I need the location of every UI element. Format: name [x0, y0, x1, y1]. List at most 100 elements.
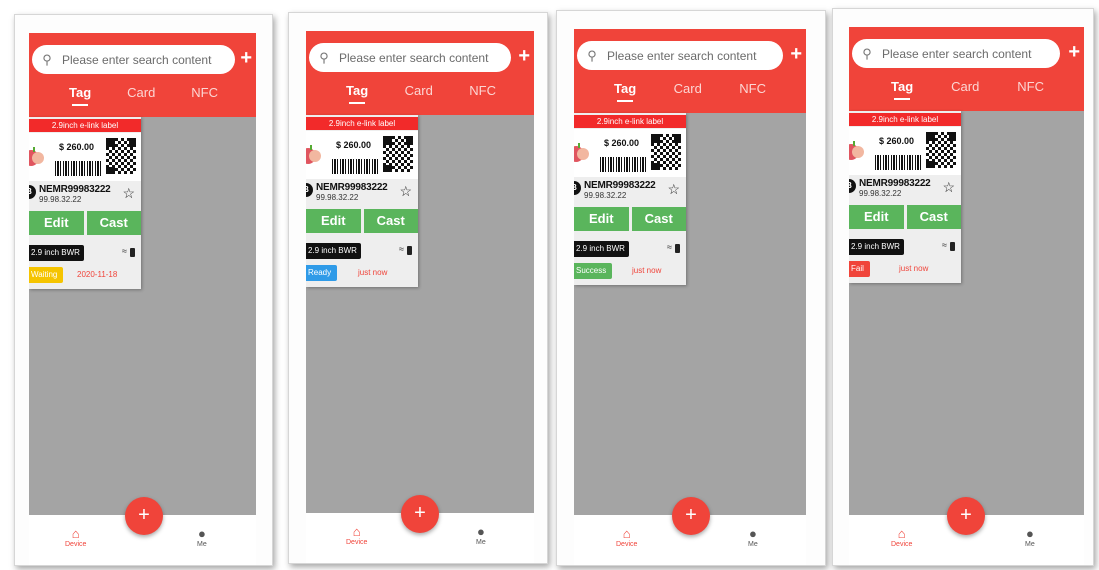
- nav-device-label: Device: [891, 541, 913, 548]
- home-icon: ⌂: [622, 526, 631, 541]
- add-device-button[interactable]: +: [672, 497, 710, 535]
- add-device-button[interactable]: +: [401, 495, 439, 533]
- phone-screen-1: ⚲ Please enter search content + Tag Card…: [14, 14, 273, 566]
- nav-device[interactable]: ⌂ Device: [346, 524, 367, 547]
- edit-button[interactable]: Edit: [574, 207, 629, 231]
- person-icon: ●: [1025, 526, 1034, 541]
- bottom-nav: ⌂ Device + ● Me: [29, 497, 256, 565]
- nav-device[interactable]: ⌂ Device: [616, 526, 638, 549]
- battery-icon: [407, 246, 412, 255]
- nav-device[interactable]: ⌂ Device: [65, 527, 86, 549]
- device-ip: 99.98.32.22: [316, 193, 359, 202]
- tab-nfc[interactable]: NFC: [739, 79, 766, 96]
- search-input[interactable]: ⚲ Please enter search content: [577, 41, 783, 70]
- label-preview: $ 260.00: [29, 133, 141, 181]
- star-icon[interactable]: ☆: [122, 185, 135, 202]
- tab-tag[interactable]: Tag: [69, 83, 91, 106]
- device-card[interactable]: 2.9inch e-link label $ 260.00 B NEMR9998…: [306, 115, 418, 287]
- tab-nfc[interactable]: NFC: [1017, 77, 1044, 94]
- tab-tag[interactable]: Tag: [614, 79, 636, 102]
- edit-button[interactable]: Edit: [306, 209, 361, 233]
- search-input[interactable]: ⚲ Please enter search content: [852, 39, 1060, 68]
- search-placeholder: Please enter search content: [339, 50, 489, 65]
- add-device-button[interactable]: +: [125, 497, 163, 535]
- device-name: NEMR99983222: [39, 184, 111, 195]
- search-input[interactable]: ⚲ Please enter search content: [32, 45, 235, 74]
- tab-tag[interactable]: Tag: [891, 77, 913, 100]
- label-price: $ 260.00: [336, 140, 372, 150]
- home-icon: ⌂: [352, 524, 361, 539]
- battery-icon: [950, 242, 955, 251]
- status-badge: Ready: [306, 265, 338, 281]
- search-input[interactable]: ⚲ Please enter search content: [309, 43, 511, 72]
- cast-button[interactable]: Cast: [363, 209, 418, 233]
- tab-card[interactable]: Card: [951, 77, 979, 94]
- add-icon[interactable]: +: [790, 43, 802, 65]
- wifi-icon: ≈: [667, 242, 672, 252]
- nav-device-label: Device: [616, 541, 638, 548]
- device-name: NEMR99983222: [584, 180, 656, 191]
- tab-card[interactable]: Card: [405, 81, 433, 98]
- label-preview: $ 260.00: [574, 129, 686, 177]
- device-card[interactable]: 2.9inch e-link label $ 260.00 B NEMR9998…: [574, 113, 686, 285]
- device-card[interactable]: 2.9inch e-link label $ 260.00 B NEMR9998…: [849, 111, 961, 283]
- search-icon: ⚲: [42, 51, 52, 67]
- app-header: ⚲ Please enter search content + Tag Card…: [574, 29, 806, 113]
- edit-button[interactable]: Edit: [849, 205, 904, 229]
- search-icon: ⚲: [587, 47, 597, 63]
- nav-me-label: Me: [476, 539, 486, 546]
- device-list: 2.9inch e-link label $ 260.00 B NEMR9998…: [29, 117, 256, 515]
- nav-me[interactable]: ● Me: [1025, 526, 1035, 549]
- nav-me-label: Me: [197, 541, 207, 548]
- label-price: $ 260.00: [59, 142, 95, 152]
- cast-button[interactable]: Cast: [86, 211, 141, 235]
- tab-tag[interactable]: Tag: [346, 81, 368, 104]
- edit-button[interactable]: Edit: [29, 211, 84, 235]
- qr-code-icon: [650, 133, 682, 171]
- person-icon: ●: [197, 526, 206, 541]
- device-type-badge: B: [29, 185, 36, 199]
- cast-button[interactable]: Cast: [906, 205, 961, 229]
- nav-device[interactable]: ⌂ Device: [891, 527, 913, 549]
- label-preview: $ 260.00: [306, 131, 418, 179]
- nav-me-label: Me: [1025, 541, 1035, 548]
- tab-card[interactable]: Card: [674, 79, 702, 96]
- label-type-ribbon: 2.9inch e-link label: [29, 119, 141, 132]
- tab-card[interactable]: Card: [127, 83, 155, 100]
- battery-icon: [675, 244, 680, 253]
- nav-me[interactable]: ● Me: [748, 526, 758, 549]
- phone-screen-3: ⚲ Please enter search content + Tag Card…: [556, 10, 826, 566]
- device-list: 2.9inch e-link label $ 260.00 B NEMR9998…: [306, 115, 534, 513]
- apple-icon: [574, 143, 589, 162]
- device-type-badge: B: [306, 183, 313, 197]
- label-spec: 2.9 inch BWR: [29, 245, 84, 261]
- wifi-icon: ≈: [942, 240, 947, 250]
- star-icon[interactable]: ☆: [667, 181, 680, 198]
- device-card[interactable]: 2.9inch e-link label $ 260.00 B NEMR9998…: [29, 117, 141, 289]
- tab-nfc[interactable]: NFC: [469, 81, 496, 98]
- search-placeholder: Please enter search content: [607, 48, 757, 63]
- add-device-button[interactable]: +: [947, 497, 985, 535]
- device-ip: 99.98.32.22: [39, 195, 82, 204]
- add-icon[interactable]: +: [518, 45, 530, 67]
- nav-me[interactable]: ● Me: [197, 526, 207, 549]
- add-icon[interactable]: +: [1068, 41, 1080, 63]
- star-icon[interactable]: ☆: [942, 179, 955, 196]
- status-time: 2020-11-18: [77, 270, 118, 279]
- tab-nfc[interactable]: NFC: [191, 83, 218, 100]
- star-icon[interactable]: ☆: [399, 183, 412, 200]
- person-icon: ●: [748, 526, 757, 541]
- device-ip: 99.98.32.22: [584, 191, 627, 200]
- battery-icon: [130, 248, 135, 257]
- cast-button[interactable]: Cast: [631, 207, 686, 231]
- label-spec: 2.9 inch BWR: [574, 241, 629, 257]
- nav-me[interactable]: ● Me: [476, 525, 486, 547]
- label-type-ribbon: 2.9inch e-link label: [306, 117, 418, 130]
- search-placeholder: Please enter search content: [882, 46, 1032, 61]
- label-price: $ 260.00: [604, 138, 640, 148]
- search-icon: ⚲: [319, 49, 329, 65]
- barcode-icon: [600, 157, 647, 172]
- add-icon[interactable]: +: [240, 47, 252, 69]
- search-icon: ⚲: [862, 45, 872, 61]
- status-badge: Waiting: [29, 267, 64, 283]
